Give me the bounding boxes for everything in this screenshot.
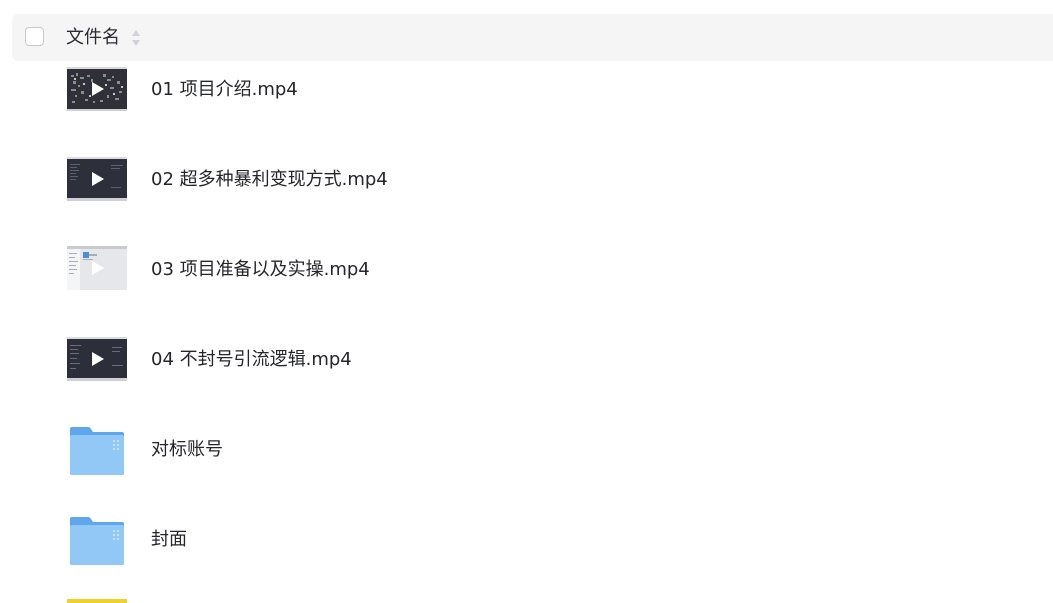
file-row-partial[interactable] [0, 599, 1053, 603]
folder-icon [68, 425, 128, 475]
file-row-video[interactable]: 01 项目介绍.mp4 [0, 61, 1053, 151]
partial-thumbnail [67, 599, 127, 603]
file-list-page: 文件名 01 项目介绍.mp4 02 超多种暴利变现方式.mp4 03 项目准备… [0, 0, 1053, 603]
folder-name[interactable]: 对标账号 [151, 438, 223, 462]
file-list-header: 文件名 [12, 14, 1053, 61]
file-name[interactable]: 01 项目介绍.mp4 [151, 78, 298, 102]
video-thumbnail [67, 67, 127, 111]
folder-icon [68, 515, 128, 565]
video-thumbnail [67, 246, 127, 290]
file-row-folder[interactable]: 封面 [0, 511, 1053, 601]
video-thumbnail [67, 337, 127, 381]
file-row-folder[interactable]: 对标账号 [0, 421, 1053, 511]
file-row-video[interactable]: 04 不封号引流逻辑.mp4 [0, 331, 1053, 421]
file-name[interactable]: 02 超多种暴利变现方式.mp4 [151, 168, 388, 192]
column-header-filename[interactable]: 文件名 [66, 26, 120, 50]
video-thumbnail [67, 157, 127, 201]
select-all-checkbox[interactable] [25, 27, 44, 46]
folder-name[interactable]: 封面 [151, 528, 187, 552]
file-row-video[interactable]: 02 超多种暴利变现方式.mp4 [0, 151, 1053, 241]
file-row-video[interactable]: 03 项目准备以及实操.mp4 [0, 241, 1053, 331]
file-name[interactable]: 03 项目准备以及实操.mp4 [151, 258, 370, 282]
sort-icon[interactable] [130, 28, 142, 48]
file-name[interactable]: 04 不封号引流逻辑.mp4 [151, 348, 352, 372]
